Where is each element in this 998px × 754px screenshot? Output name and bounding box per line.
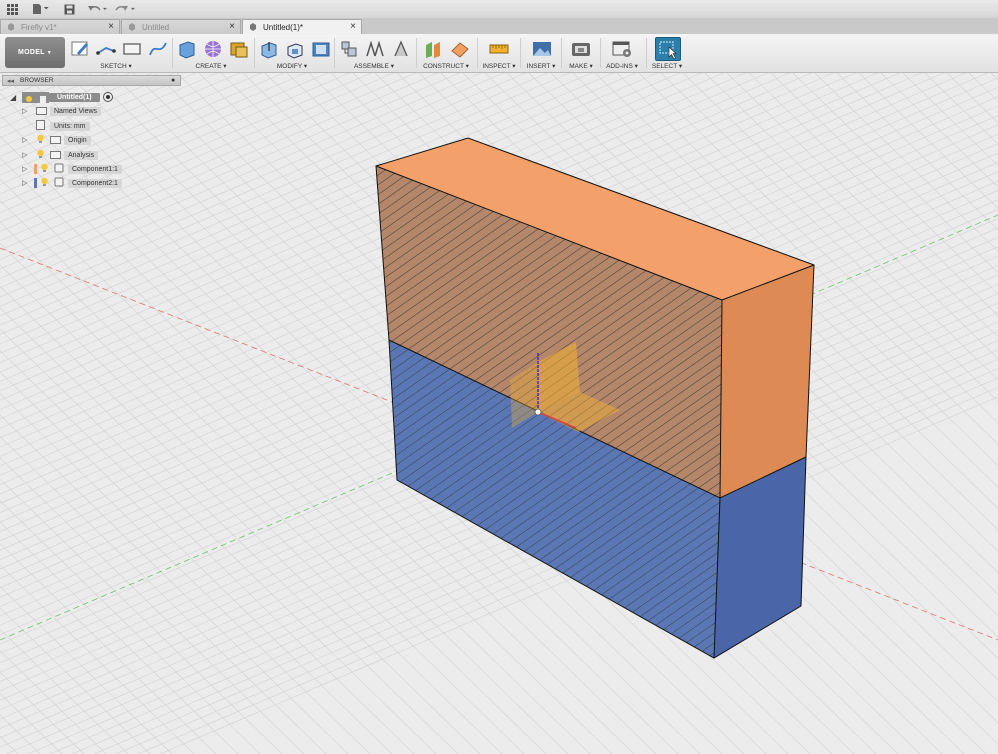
redo-icon[interactable] — [114, 2, 136, 16]
document-icon — [249, 23, 257, 31]
modify-menu[interactable]: MODIFY ▾ — [277, 62, 307, 70]
document-icon — [37, 91, 49, 103]
press-pull-icon[interactable] — [258, 39, 280, 59]
ribbon-divider — [416, 38, 417, 68]
ribbon-divider — [520, 38, 521, 68]
workspace-label: MODEL — [17, 49, 45, 56]
expand-down-icon[interactable]: ◢ — [10, 93, 22, 102]
tree-item-label: Units: mm — [50, 121, 90, 131]
derive-icon[interactable] — [228, 39, 250, 59]
quick-access-toolbar — [0, 0, 998, 19]
ribbon-divider — [600, 38, 601, 68]
undo-icon[interactable] — [86, 2, 108, 16]
sketch-menu[interactable]: SKETCH ▾ — [100, 62, 131, 70]
document-icon — [128, 23, 136, 31]
grid-icon[interactable] — [5, 2, 19, 16]
rectangle-icon[interactable] — [121, 39, 143, 59]
file-icon[interactable] — [31, 2, 51, 16]
ribbon-divider — [334, 38, 335, 68]
component-color-swatch — [34, 164, 37, 174]
tree-item-named-views[interactable]: ▷ Named Views — [22, 105, 102, 117]
plane-at-angle-icon[interactable] — [449, 39, 471, 59]
expand-right-icon[interactable]: ▷ — [22, 179, 34, 187]
close-icon[interactable]: × — [229, 21, 235, 32]
tab-label: Untitled — [142, 22, 170, 32]
expand-right-icon[interactable]: ▷ — [22, 107, 36, 115]
tree-item-label: Named Views — [50, 106, 102, 116]
tree-item-component2[interactable]: ▷ Component2:1 — [22, 177, 122, 189]
select-icon[interactable] — [655, 37, 681, 61]
assemble-menu[interactable]: ASSEMBLE ▾ — [354, 62, 394, 70]
line-icon[interactable] — [95, 39, 117, 59]
component-icon — [54, 174, 68, 192]
create-menu[interactable]: CREATE ▾ — [196, 62, 227, 70]
tree-item-component1[interactable]: ▷ Component1:1 — [22, 163, 122, 175]
component-color-swatch — [34, 178, 37, 188]
workspace-switcher-button[interactable]: MODEL ▼ — [5, 37, 65, 68]
ribbon-divider — [646, 38, 647, 68]
offset-plane-icon[interactable] — [423, 39, 445, 59]
shell-icon[interactable] — [310, 39, 332, 59]
scripts-icon[interactable] — [611, 39, 633, 59]
close-icon[interactable]: × — [108, 21, 114, 32]
create-sketch-icon[interactable] — [69, 39, 91, 59]
tab-firefly[interactable]: Firefly v1* × — [0, 19, 120, 34]
expand-right-icon[interactable]: ▷ — [22, 151, 36, 159]
joint-icon[interactable] — [364, 39, 386, 59]
save-icon[interactable] — [62, 2, 76, 16]
ribbon-divider — [254, 38, 255, 68]
fillet-icon[interactable] — [284, 39, 306, 59]
add-ins-menu[interactable]: ADD-INS ▾ — [606, 62, 638, 70]
panel-options-icon[interactable]: ● — [171, 77, 175, 84]
tree-item-origin[interactable]: ▷ Origin — [22, 134, 91, 146]
ribbon-divider — [172, 38, 173, 68]
document-tab-bar: Firefly v1* × Untitled × Untitled(1)* × — [0, 18, 998, 35]
new-component-icon[interactable] — [338, 39, 360, 59]
browser-panel: ◂◂ BROWSER ● ◢ Untitled(1) ▷ Named Views… — [0, 74, 183, 194]
tree-item-label: Origin — [64, 135, 91, 145]
ribbon-divider — [477, 38, 478, 68]
browser-header: ◂◂ BROWSER ● — [2, 75, 181, 86]
document-icon — [7, 23, 15, 31]
measure-icon[interactable] — [488, 39, 510, 59]
inspect-menu[interactable]: INSPECT ▾ — [482, 62, 515, 70]
form-icon[interactable] — [202, 39, 224, 59]
as-built-joint-icon[interactable] — [390, 39, 412, 59]
visibility-bulb-icon[interactable] — [22, 91, 37, 103]
tree-root-label: Untitled(1) — [49, 92, 100, 102]
activate-radio-icon[interactable] — [102, 92, 113, 102]
close-icon[interactable]: × — [350, 21, 356, 32]
3d-print-icon[interactable] — [570, 39, 592, 59]
make-menu[interactable]: MAKE ▾ — [569, 62, 593, 70]
insert-menu[interactable]: INSERT ▾ — [527, 62, 556, 70]
tree-item-label: Component2:1 — [68, 178, 122, 188]
ribbon-divider — [561, 38, 562, 68]
expand-right-icon[interactable]: ▷ — [22, 136, 36, 144]
tab-untitled-1[interactable]: Untitled(1)* × — [242, 19, 362, 35]
visibility-bulb-icon[interactable] — [40, 174, 54, 192]
tree-item-label: Component1:1 — [68, 164, 122, 174]
collapse-panel-icon[interactable]: ◂◂ — [7, 77, 14, 85]
insert-image-icon[interactable] — [531, 39, 553, 59]
expand-right-icon[interactable]: ▷ — [22, 165, 34, 173]
construct-menu[interactable]: CONSTRUCT ▾ — [423, 62, 469, 70]
tab-label: Untitled(1)* — [263, 23, 304, 32]
tab-label: Firefly v1* — [21, 22, 57, 32]
browser-title: BROWSER — [20, 77, 54, 84]
select-menu[interactable]: SELECT ▾ — [652, 62, 682, 70]
spline-icon[interactable] — [147, 39, 169, 59]
tree-root[interactable]: ◢ Untitled(1) — [10, 91, 113, 103]
tab-untitled[interactable]: Untitled × — [121, 19, 241, 34]
toolbar-ribbon: MODEL ▼ SKETCH ▾ CREATE ▾ MODIFY ▾ ASSEM… — [0, 34, 998, 73]
tree-item-label: Analysis — [64, 150, 99, 160]
extrude-icon[interactable] — [176, 39, 198, 59]
